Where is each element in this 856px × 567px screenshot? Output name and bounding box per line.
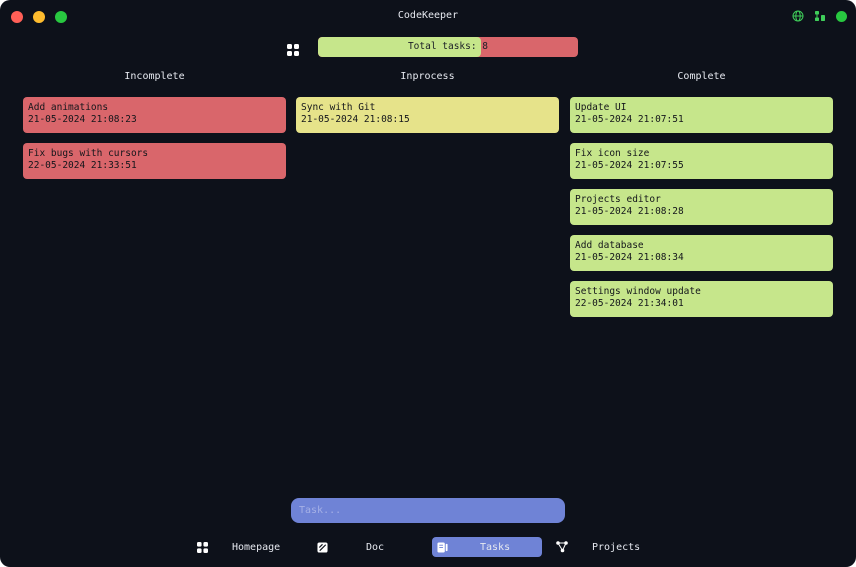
task-card[interactable]: Sync with Git 21-05-2024 21:08:15 xyxy=(296,97,559,133)
task-timestamp: 22-05-2024 21:34:01 xyxy=(575,298,684,309)
task-name: Update UI xyxy=(575,102,627,113)
complete-column: Update UI 21-05-2024 21:07:51 Fix icon s… xyxy=(570,97,833,317)
task-card[interactable]: Add database 21-05-2024 21:08:34 xyxy=(570,235,833,271)
task-timestamp: 21-05-2024 21:07:51 xyxy=(575,114,684,125)
task-card[interactable]: Fix icon size 21-05-2024 21:07:55 xyxy=(570,143,833,179)
task-card[interactable]: Settings window update 22-05-2024 21:34:… xyxy=(570,281,833,317)
globe-icon[interactable] xyxy=(792,10,804,22)
doc-icon xyxy=(316,541,328,553)
task-timestamp: 21-05-2024 21:08:15 xyxy=(301,114,410,125)
nav-label: Doc xyxy=(366,541,385,553)
task-name: Fix icon size xyxy=(575,148,650,159)
nav-item-homepage[interactable]: Homepage xyxy=(191,537,291,557)
task-progress-bar: Total tasks: 8 xyxy=(318,37,578,57)
task-name: Add database xyxy=(575,240,644,251)
task-timestamp: 21-05-2024 21:08:23 xyxy=(28,114,137,125)
top-right-toolbar xyxy=(792,10,847,22)
tasks-icon xyxy=(436,541,448,553)
task-timestamp: 21-05-2024 21:08:28 xyxy=(575,206,684,217)
window-title: CodeKeeper xyxy=(397,10,459,21)
new-task-input[interactable] xyxy=(291,498,565,523)
task-card[interactable]: Add animations 21-05-2024 21:08:23 xyxy=(23,97,286,133)
column-header-incomplete: Incomplete xyxy=(124,71,185,82)
column-header-inprocess: Inprocess xyxy=(400,71,455,82)
task-name: Add animations xyxy=(28,102,109,113)
task-timestamp: 21-05-2024 21:07:55 xyxy=(575,160,684,171)
nav-label: Homepage xyxy=(232,541,281,553)
connection-status-indicator xyxy=(836,10,847,22)
task-name: Sync with Git xyxy=(301,102,376,113)
task-card[interactable]: Fix bugs with cursors 22-05-2024 21:33:5… xyxy=(23,143,286,179)
task-timestamp: 22-05-2024 21:33:51 xyxy=(28,160,137,171)
git-branch-icon[interactable] xyxy=(814,10,826,22)
column-header-complete: Complete xyxy=(677,71,726,82)
task-name: Projects editor xyxy=(575,194,661,205)
total-tasks-label: Total tasks: 8 xyxy=(407,41,489,52)
task-card[interactable]: Projects editor 21-05-2024 21:08:28 xyxy=(570,189,833,225)
incomplete-column: Add animations 21-05-2024 21:08:23 Fix b… xyxy=(23,97,286,179)
task-card[interactable]: Update UI 21-05-2024 21:07:51 xyxy=(570,97,833,133)
grid-icon xyxy=(196,541,208,553)
dashboard-grid-icon[interactable] xyxy=(287,41,299,56)
nav-item-doc[interactable]: Doc xyxy=(311,537,411,557)
task-name: Settings window update xyxy=(575,286,701,297)
graph-icon xyxy=(556,541,568,553)
nav-item-projects[interactable]: Projects xyxy=(555,537,655,557)
nav-label: Projects xyxy=(592,541,641,553)
inprocess-column: Sync with Git 21-05-2024 21:08:15 xyxy=(296,97,559,133)
nav-item-tasks[interactable]: Tasks xyxy=(432,537,542,557)
nav-label: Tasks xyxy=(480,541,511,553)
app-window: CodeKeeper Total tasks: 8 Incomplete Inp… xyxy=(0,0,856,567)
task-name: Fix bugs with cursors xyxy=(28,148,149,159)
task-timestamp: 21-05-2024 21:08:34 xyxy=(575,252,684,263)
